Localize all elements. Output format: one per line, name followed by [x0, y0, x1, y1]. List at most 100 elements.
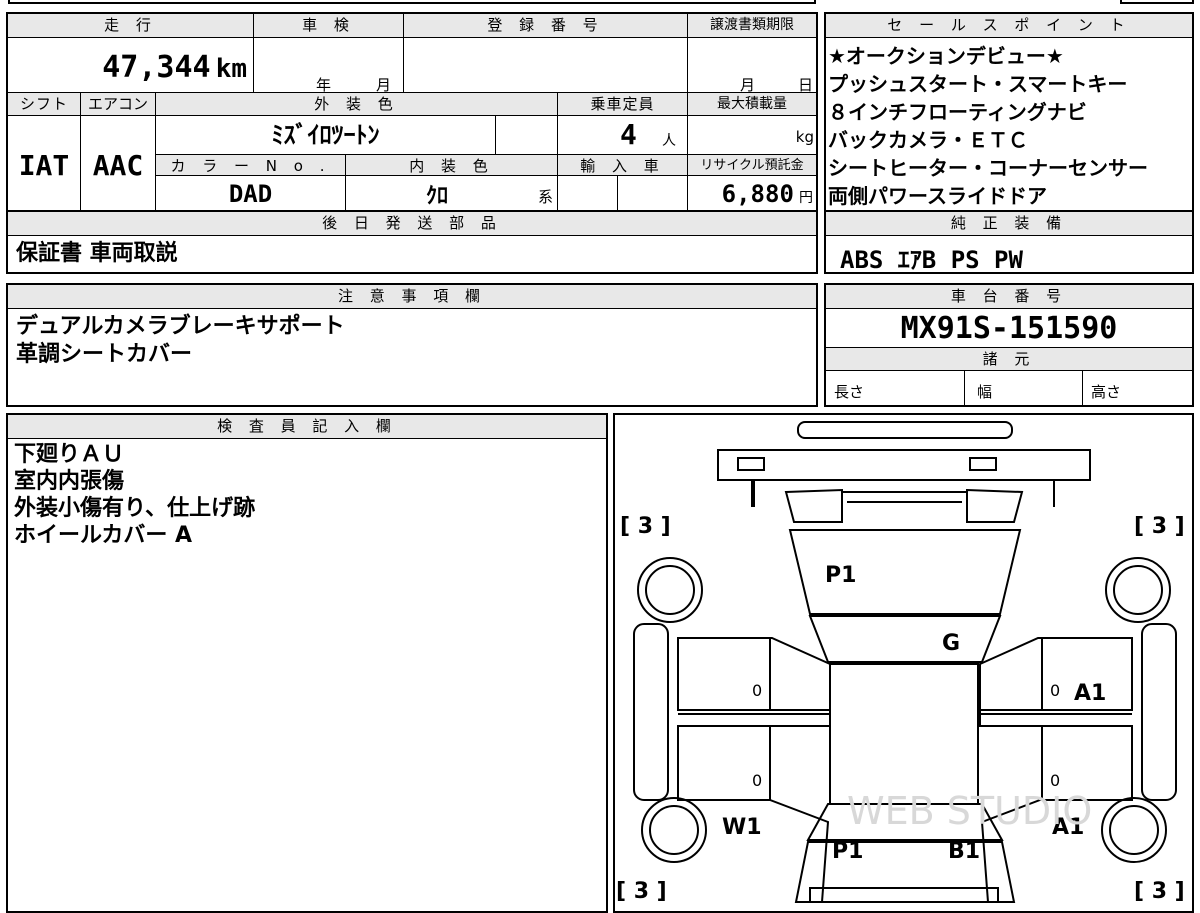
notes-item: デュアルカメラブレーキサポート [16, 314, 345, 339]
sales-points-list: ★オークションデビュー★ プッシュスタート・スマートキー ８インチフローティング… [828, 42, 1194, 212]
recycle-unit: 円 [799, 190, 813, 206]
later-parts-box: 後 日 発 送 部 品 保証書 車両取説 [6, 210, 818, 274]
rear-panel [794, 841, 1016, 903]
sales-point-item: バックカメラ・ＥＴＣ [828, 128, 1028, 152]
inspector-box: 検 査 員 記 入 欄 下廻りＡＵ 室内内張傷 外装小傷有り、仕上げ跡 ホイール… [6, 413, 608, 913]
inspector-item: 外装小傷有り、仕上げ跡 [14, 496, 256, 521]
wheel-front-left-outer [637, 557, 703, 623]
left-front-fender [678, 637, 831, 715]
mileage-value: 47,344 km [8, 38, 253, 98]
chassis-number-header: 車 台 番 号 [826, 285, 1192, 309]
mark-right-front-door: 0 [1050, 681, 1060, 700]
mark-left-rear-door: 0 [752, 771, 762, 790]
genuine-equipment-header: 純 正 装 備 [826, 212, 1192, 236]
mileage-unit: km [215, 54, 247, 84]
sales-point-item: 両側パワースライドドア [828, 184, 1047, 208]
inspector-header: 検 査 員 記 入 欄 [8, 415, 606, 439]
shaken-header: 車 検 [253, 14, 403, 38]
car-diagram-box: [ 3 ] [ 3 ] [ 3 ] [ 3 ] P1 G A1 W1 A1 P1… [613, 413, 1194, 913]
aircon-value: AAC [80, 116, 155, 210]
inspector-item: ホイールカバー A [14, 523, 193, 548]
wheel-rear-right-inner [1109, 805, 1159, 855]
interior-color-text: ｸﾛ [426, 184, 449, 209]
spec-width: 幅 [964, 371, 1082, 405]
tire-label-rear-right: [ 3 ] [1134, 879, 1185, 904]
front-bumper-left-notch [737, 457, 765, 471]
tire-label-rear-left: [ 3 ] [616, 879, 667, 904]
sales-point-item: シートヒーター・コーナーセンサー [828, 156, 1148, 180]
genuine-equipment-value: ABS ｴｱB PS PW [840, 246, 1023, 272]
tire-label-front-right: [ 3 ] [1134, 514, 1185, 539]
spec-length: 長さ [826, 371, 964, 405]
exterior-color-header: 外 装 色 [155, 92, 557, 116]
sales-point-item: ８インチフローティングナビ [828, 100, 1087, 124]
recycle-header: リサイクル預託金 [687, 154, 816, 176]
later-parts-value: 保証書 車両取説 [16, 241, 178, 266]
wheel-rear-right-outer [1101, 797, 1167, 863]
chassis-number-value: MX91S-151590 [900, 311, 1118, 346]
capacity-header: 乗車定員 [557, 92, 687, 116]
import-value-b [617, 176, 687, 210]
import-value-a [557, 176, 617, 210]
top-cutoff-right [1120, 0, 1194, 4]
spec-length-label: 長さ [834, 383, 865, 401]
car-diagram: [ 3 ] [ 3 ] [ 3 ] [ 3 ] P1 G A1 W1 A1 P1… [616, 421, 1185, 904]
sales-point-item: プッシュスタート・スマートキー [828, 72, 1128, 96]
reg-number-header: 登 録 番 号 [403, 14, 687, 38]
interior-color-suffix: 系 [537, 188, 553, 206]
notes-header: 注 意 事 項 欄 [8, 285, 816, 309]
left-side-sill [678, 709, 831, 727]
spec-width-label: 幅 [977, 383, 993, 401]
chassis-box: 車 台 番 号 MX91S-151590 諸 元 長さ 幅 高さ [824, 283, 1194, 407]
max-load-header: 最大積載量 [687, 92, 816, 116]
vehicle-info-grid: 走 行 車 検 登 録 番 号 譲渡書類期限 47,344 km 年 月 月 日… [6, 12, 818, 212]
recycle-value: 6,880 円 [687, 176, 816, 210]
wheel-rear-left-outer [641, 797, 707, 863]
tire-label-front-left: [ 3 ] [620, 514, 671, 539]
inspector-item: 下廻りＡＵ [14, 442, 125, 467]
mark-rear-left: P1 [832, 839, 863, 864]
color-no-value: DAD [155, 176, 345, 210]
sales-points-box: セ ー ル ス ポ イ ン ト ★オークションデビュー★ プッシュスタート・スマ… [824, 12, 1194, 212]
specs-header: 諸 元 [826, 347, 1192, 371]
grille [842, 491, 967, 503]
inspector-item: 室内内張傷 [14, 469, 125, 494]
exterior-color-extra [495, 116, 557, 154]
notes-item: 革調シートカバー [16, 342, 193, 367]
mileage-header: 走 行 [8, 14, 253, 38]
spec-height: 高さ [1082, 371, 1192, 405]
right-side-sill [979, 709, 1132, 727]
spec-height-label: 高さ [1091, 383, 1122, 401]
roof [829, 663, 979, 805]
mark-right-front-fender: A1 [1074, 681, 1106, 706]
wheel-front-right-inner [1113, 565, 1163, 615]
later-parts-header: 後 日 発 送 部 品 [8, 212, 816, 236]
color-no-header: カ ラ ー N o . [155, 154, 345, 176]
notes-box: 注 意 事 項 欄 デュアルカメラブレーキサポート 革調シートカバー [6, 283, 818, 407]
wheel-rear-left-inner [649, 805, 699, 855]
shift-value: IAT [18, 149, 70, 182]
capacity-number: 4 [620, 118, 637, 151]
capacity-unit: 人 [662, 133, 676, 149]
inspector-list: 下廻りＡＵ 室内内張傷 外装小傷有り、仕上げ跡 ホイールカバー A [14, 441, 594, 641]
wheel-front-right-outer [1105, 557, 1171, 623]
interior-color-header: 内 装 色 [345, 154, 557, 176]
wheel-front-left-inner [645, 565, 695, 615]
aircon-header: エアコン [80, 92, 155, 116]
front-bumper-bar [797, 421, 1013, 439]
sales-point-item: ★オークションデビュー★ [828, 44, 1064, 68]
max-load-value: kg [687, 116, 816, 154]
right-rocker [1141, 623, 1177, 801]
mileage-number: 47,344 [102, 50, 211, 85]
interior-color-value: ｸﾛ 系 [345, 176, 557, 210]
shift-header: シフト [8, 92, 80, 116]
transfer-deadline-value: 月 日 [687, 38, 816, 98]
right-front-fender [979, 637, 1132, 715]
front-bumper-right-notch [969, 457, 997, 471]
front-lights [784, 488, 1024, 523]
shaken-value: 年 月 [253, 38, 403, 98]
mark-windshield: G [942, 631, 960, 656]
mark-left-rear-wheel: W1 [722, 815, 762, 840]
exterior-color-value: ﾐｽﾞｲﾛﾂｰﾄﾝ [155, 116, 495, 154]
windshield [808, 615, 1002, 663]
